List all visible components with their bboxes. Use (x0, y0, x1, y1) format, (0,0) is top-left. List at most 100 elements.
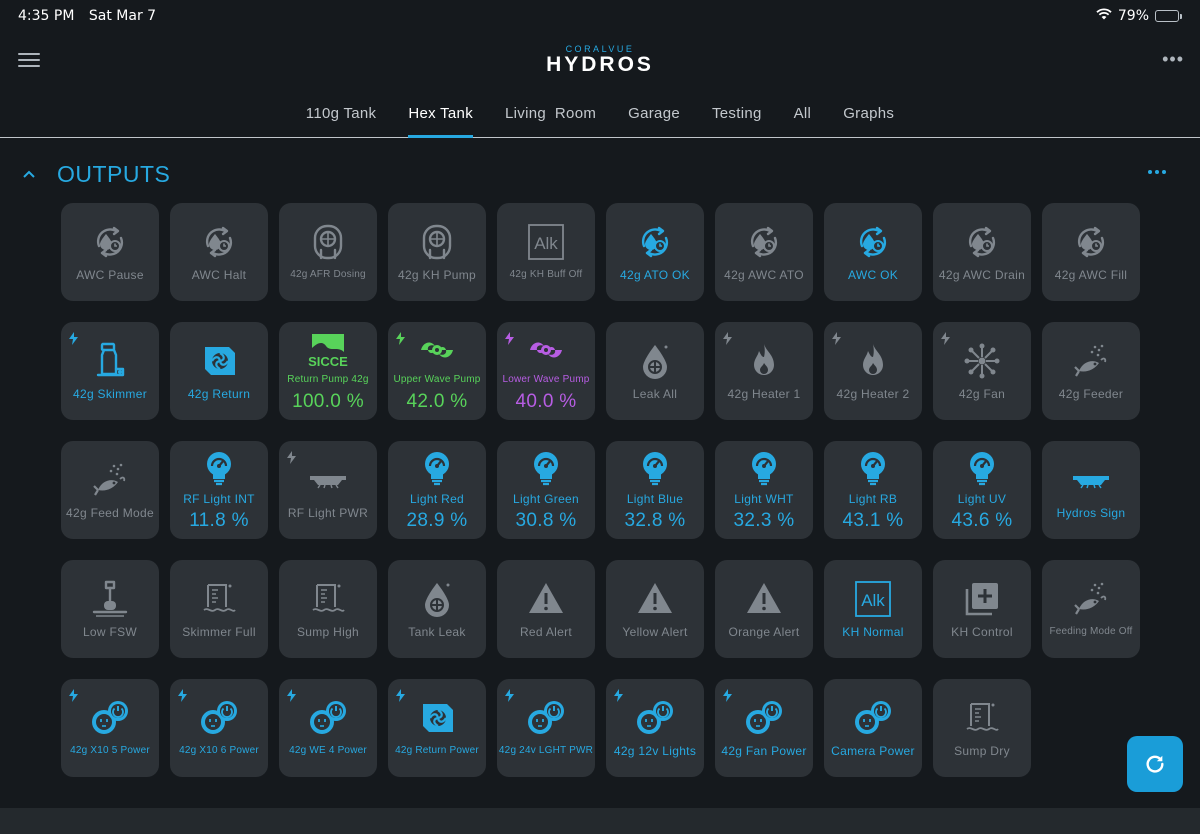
output-label: 42g KH Pump (397, 268, 476, 282)
output-tile[interactable]: Tank Leak (388, 560, 486, 658)
tab-testing[interactable]: Testing (696, 92, 778, 138)
bolt-icon (614, 689, 623, 702)
bolt-icon (178, 689, 187, 702)
output-label: 42g ATO OK (620, 268, 690, 282)
fish-feeder-icon (90, 460, 130, 500)
output-tile[interactable]: AWC Pause (61, 203, 159, 301)
output-tile[interactable]: 42g Skimmer (61, 322, 159, 420)
output-tile[interactable]: Hydros Sign (1042, 441, 1140, 539)
output-label: 42g Fan (958, 387, 1006, 401)
output-label: 42g 12v Lights (613, 744, 697, 758)
output-tile[interactable]: Light Blue 32.8 % (606, 441, 704, 539)
output-label: 42g AWC ATO (724, 268, 804, 282)
status-bar-right: 79% (1096, 8, 1182, 24)
output-tile[interactable]: Alk KH Normal (824, 560, 922, 658)
output-tile[interactable]: Light RB 43.1 % (824, 441, 922, 539)
flame-icon (853, 341, 893, 381)
water-level-icon (199, 579, 239, 619)
output-label: 42g Return Power (395, 745, 479, 756)
tab-graphs[interactable]: Graphs (827, 92, 910, 138)
output-tile[interactable]: 42g Return Power (388, 679, 486, 777)
output-tile[interactable]: Light WHT 32.3 % (715, 441, 813, 539)
alk-icon: Alk (526, 222, 566, 262)
output-label: 42g Fan Power (721, 744, 807, 758)
output-tile[interactable]: 42g Fan Power (715, 679, 813, 777)
output-tile[interactable]: 42g ATO OK (606, 203, 704, 301)
water-cycle-icon (1071, 222, 1111, 262)
output-tile[interactable]: Red Alert (497, 560, 595, 658)
tab-living-room[interactable]: Living Room (489, 92, 612, 138)
output-label: 42g Return (187, 387, 251, 401)
output-label: KH Control (951, 625, 1013, 639)
refresh-button[interactable] (1127, 736, 1183, 792)
warning-icon (526, 579, 566, 619)
tab-110g-tank[interactable]: 110g Tank (290, 92, 393, 138)
section-title: OUTPUTS (57, 160, 171, 187)
more-options-icon[interactable]: ••• (1162, 50, 1184, 68)
output-value: 43.1 % (842, 509, 904, 531)
tab-all[interactable]: All (778, 92, 828, 138)
output-tile[interactable]: 42g Heater 2 (824, 322, 922, 420)
output-tile[interactable]: 42g 12v Lights (606, 679, 704, 777)
output-tile[interactable]: SICCE Return Pump 42g 100.0 % (279, 322, 377, 420)
output-tile[interactable]: Sump High (279, 560, 377, 658)
output-tile[interactable]: Upper Wave Pump 42.0 % (388, 322, 486, 420)
output-tile[interactable]: Light UV 43.6 % (933, 441, 1031, 539)
brand-main: HYDROS (546, 53, 654, 76)
light-bulb-icon (853, 449, 893, 489)
output-tile[interactable]: 42g KH Pump (388, 203, 486, 301)
output-tile[interactable]: Lower Wave Pump 40.0 % (497, 322, 595, 420)
output-tile[interactable]: 42g X10 5 Power (61, 679, 159, 777)
output-tile[interactable]: 42g 24v LGHT PWR (497, 679, 595, 777)
wave-pump-icon (417, 330, 457, 370)
bolt-icon (69, 332, 78, 345)
chevron-up-icon[interactable] (20, 165, 38, 183)
output-tile[interactable]: Light Green 30.8 % (497, 441, 595, 539)
skimmer-icon (90, 341, 130, 381)
output-tile[interactable]: Skimmer Full (170, 560, 268, 658)
output-tile[interactable]: Orange Alert (715, 560, 813, 658)
output-tile[interactable]: Camera Power (824, 679, 922, 777)
output-tile[interactable]: 42g WE 4 Power (279, 679, 377, 777)
power-outlet-icon (744, 698, 784, 738)
svg-text:Alk: Alk (534, 234, 558, 253)
tab-hex-tank[interactable]: Hex Tank (392, 92, 489, 138)
output-tile[interactable]: Sump Dry (933, 679, 1031, 777)
output-tile[interactable]: 42g Feed Mode (61, 441, 159, 539)
output-tile[interactable]: 42g Fan (933, 322, 1031, 420)
bottom-bar (0, 808, 1200, 834)
output-label: 42g WE 4 Power (289, 745, 367, 756)
output-tile[interactable]: 42g AFR Dosing (279, 203, 377, 301)
status-bar: 4:35 PM Sat Mar 7 79% (0, 0, 1200, 32)
output-tile[interactable]: 42g AWC Drain (933, 203, 1031, 301)
output-tile[interactable]: Light Red 28.9 % (388, 441, 486, 539)
water-cycle-icon (744, 222, 784, 262)
output-tile[interactable]: Alk 42g KH Buff Off (497, 203, 595, 301)
output-tile[interactable]: 42g Heater 1 (715, 322, 813, 420)
output-tile[interactable]: 42g X10 6 Power (170, 679, 268, 777)
output-tile[interactable]: AWC Halt (170, 203, 268, 301)
section-more-icon[interactable] (1148, 170, 1170, 178)
output-tile[interactable]: RF Light PWR (279, 441, 377, 539)
output-tile[interactable]: Feeding Mode Off (1042, 560, 1140, 658)
output-tile[interactable]: Low FSW (61, 560, 159, 658)
output-tile[interactable]: AWC OK (824, 203, 922, 301)
light-bulb-icon (744, 449, 784, 489)
output-tile[interactable]: 42g Feeder (1042, 322, 1140, 420)
output-tile[interactable]: 42g Return (170, 322, 268, 420)
battery-icon (1155, 10, 1182, 22)
output-value: 32.8 % (624, 509, 686, 531)
output-tile[interactable]: KH Control (933, 560, 1031, 658)
tab-garage[interactable]: Garage (612, 92, 696, 138)
dosing-pump-icon (417, 222, 457, 262)
output-tile[interactable]: Leak All (606, 322, 704, 420)
water-level-icon (962, 698, 1002, 738)
output-tile[interactable]: Yellow Alert (606, 560, 704, 658)
output-value: 28.9 % (406, 509, 468, 531)
bolt-icon (396, 332, 405, 345)
output-tile[interactable]: 42g AWC Fill (1042, 203, 1140, 301)
output-label: 42g KH Buff Off (509, 269, 583, 280)
output-label: Light Green (512, 491, 579, 506)
output-tile[interactable]: RF Light INT 11.8 % (170, 441, 268, 539)
output-tile[interactable]: 42g AWC ATO (715, 203, 813, 301)
